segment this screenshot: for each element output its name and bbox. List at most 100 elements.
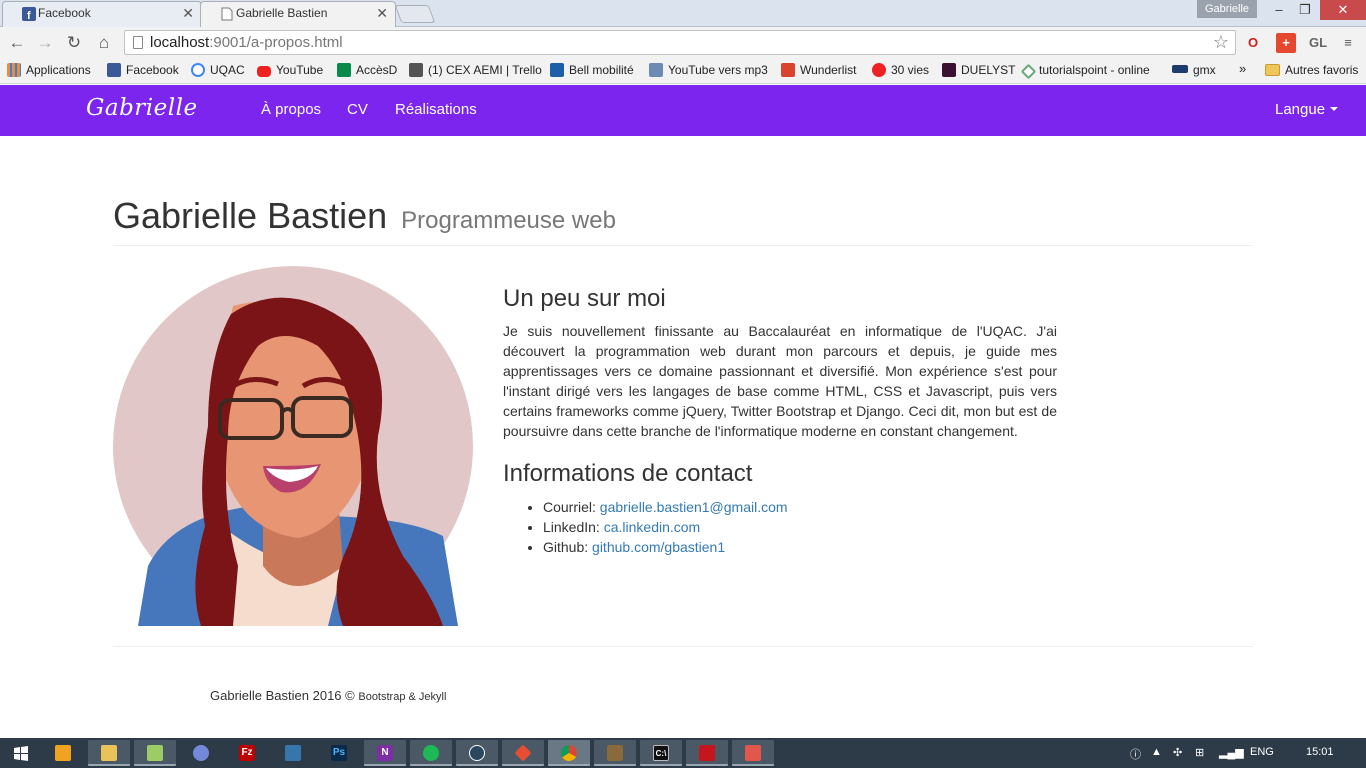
footer-credit: Bootstrap & Jekyll — [358, 691, 447, 703]
bookmark-uqac[interactable]: UQAC — [191, 63, 245, 77]
nav-a-propos[interactable]: À propos — [261, 101, 321, 118]
close-icon[interactable]: ✕ — [376, 5, 388, 22]
nav-realisations[interactable]: Réalisations — [395, 101, 477, 118]
url-text: localhost:9001/a-propos.html — [150, 34, 343, 51]
wunderlist-icon — [781, 63, 795, 77]
contact-github: Github: github.com/gbastien1 — [543, 537, 1057, 557]
taskbar-onenote[interactable]: N — [364, 740, 406, 766]
bookmark-tutorialspoint[interactable]: tutorialspoint - online — [1020, 63, 1150, 80]
start-button[interactable] — [0, 740, 42, 766]
bookmark-accesd[interactable]: AccèsD — [337, 63, 397, 77]
avatar-illustration — [113, 266, 473, 626]
taskbar-photoshop[interactable]: Ps — [318, 740, 360, 766]
facebook-icon: f — [22, 7, 36, 21]
mp3-icon — [649, 63, 663, 77]
onenote-icon: N — [377, 745, 393, 761]
new-tab-button[interactable] — [394, 5, 436, 23]
bookmark-30-vies[interactable]: 30 vies — [872, 63, 929, 77]
task-view-button[interactable] — [42, 740, 84, 766]
steam-icon — [469, 745, 485, 761]
chrome-icon — [561, 745, 577, 761]
language-dropdown[interactable]: Langue — [1275, 101, 1339, 118]
bookmark-wunderlist[interactable]: Wunderlist — [781, 63, 856, 77]
tab-title: Facebook — [38, 6, 91, 20]
tab-facebook[interactable]: f Facebook ✕ — [2, 1, 202, 27]
windows-icon — [14, 746, 28, 761]
taskbar-mail[interactable] — [732, 740, 774, 766]
restore-icon[interactable]: ❐ — [1290, 0, 1320, 20]
taskbar-explorer[interactable] — [88, 740, 130, 766]
app-window-icon — [607, 745, 623, 761]
trello-icon — [409, 63, 423, 77]
bookmark-duelyst[interactable]: DUELYST — [942, 63, 1015, 77]
address-bar[interactable]: localhost:9001/a-propos.html ☆ — [124, 30, 1236, 55]
menu-icon[interactable]: ≡ — [1338, 33, 1358, 53]
taskbar-filezilla[interactable]: Fz — [226, 740, 268, 766]
radio-canada-icon — [872, 63, 886, 77]
facebook-icon — [107, 63, 121, 77]
taskbar-python[interactable] — [272, 740, 314, 766]
tab-gabrielle-bastien[interactable]: Gabrielle Bastien ✕ — [200, 1, 396, 27]
bookmark-autres-favoris[interactable]: Autres favoris — [1265, 63, 1358, 77]
taskbar-folder[interactable] — [134, 740, 176, 766]
extension-plus-icon[interactable]: + — [1276, 33, 1296, 53]
page-header: Gabrielle Bastien Programmeuse web — [113, 195, 1253, 246]
taskbar-chrome[interactable] — [548, 740, 590, 766]
contact-section: Informations de contact Courriel: gabrie… — [503, 460, 1057, 557]
clock[interactable]: 15:01 — [1306, 746, 1334, 758]
contact-email: Courriel: gabrielle.bastien1@gmail.com — [543, 497, 1057, 517]
caret-down-icon — [1330, 107, 1339, 111]
bell-icon — [550, 63, 564, 77]
photoshop-icon: Ps — [331, 745, 347, 761]
profile-badge[interactable]: Gabrielle — [1197, 0, 1257, 18]
bookmark-gmx[interactable]: gmx — [1172, 63, 1216, 77]
bookmark-facebook[interactable]: Facebook — [107, 63, 179, 77]
network-status-icon[interactable]: ⓘ — [1130, 746, 1141, 762]
opera-extension-icon[interactable]: O — [1243, 33, 1263, 53]
taskbar-acrobat[interactable] — [686, 740, 728, 766]
about-text: Je suis nouvellement finissante au Bacca… — [503, 323, 1057, 439]
about-heading: Un peu sur moi — [503, 285, 666, 312]
close-icon[interactable]: ✕ — [182, 5, 194, 22]
discord-icon — [193, 745, 209, 761]
google-icon — [191, 63, 205, 77]
contact-list: Courriel: gabrielle.bastien1@gmail.com L… — [503, 497, 1057, 557]
back-icon[interactable]: ← — [6, 32, 28, 54]
bookmark-youtube-mp3[interactable]: YouTube vers mp3 — [649, 63, 768, 77]
taskbar-git[interactable] — [502, 740, 544, 766]
taskbar-app[interactable] — [594, 740, 636, 766]
show-hidden-icons-icon[interactable]: ▲ — [1151, 746, 1162, 758]
gl-extension-icon[interactable]: GL — [1306, 33, 1330, 53]
email-link[interactable]: gabrielle.bastien1@gmail.com — [600, 499, 788, 515]
taskbar-cmd[interactable]: C:\ — [640, 740, 682, 766]
taskbar-spotify[interactable] — [410, 740, 452, 766]
window-close-icon[interactable]: ✕ — [1320, 0, 1366, 20]
contact-linkedin: LinkedIn: ca.linkedin.com — [543, 517, 1057, 537]
bookmark-bell[interactable]: Bell mobilité — [550, 63, 634, 77]
nav-cv[interactable]: CV — [347, 101, 368, 118]
bookmark-star-icon[interactable]: ☆ — [1213, 32, 1229, 53]
mail-app-icon — [745, 745, 761, 761]
bookmark-trello[interactable]: (1) CEX AEMI | Trello — [409, 63, 542, 77]
windows-flag-icon[interactable]: ⊞ — [1195, 746, 1204, 759]
page-info-icon[interactable] — [133, 36, 143, 49]
browser-toolbar: ← → ↻ ⌂ localhost:9001/a-propos.html ☆ O… — [0, 27, 1366, 58]
bookmark-applications[interactable]: Applications — [7, 63, 91, 77]
folder-icon — [1265, 64, 1280, 76]
dropbox-icon[interactable]: ✣ — [1173, 746, 1182, 759]
forward-icon[interactable]: → — [34, 32, 56, 54]
wifi-signal-icon[interactable]: ▂▄▆ — [1219, 746, 1244, 759]
linkedin-link[interactable]: ca.linkedin.com — [604, 519, 701, 535]
file-explorer-icon — [101, 745, 117, 761]
taskbar-discord[interactable] — [180, 740, 222, 766]
language-indicator[interactable]: ENG — [1250, 746, 1274, 758]
reload-icon[interactable]: ↻ — [63, 32, 85, 54]
github-link[interactable]: github.com/gbastien1 — [592, 539, 725, 555]
bookmarks-bar: Applications Facebook UQAC YouTube Accès… — [0, 58, 1366, 84]
bookmark-youtube[interactable]: YouTube — [257, 63, 323, 77]
brand-logo[interactable]: Gabrielle — [86, 95, 198, 121]
git-icon — [514, 744, 532, 762]
home-icon[interactable]: ⌂ — [93, 32, 115, 54]
taskbar-steam[interactable] — [456, 740, 498, 766]
bookmarks-overflow-button[interactable]: » — [1239, 61, 1246, 76]
